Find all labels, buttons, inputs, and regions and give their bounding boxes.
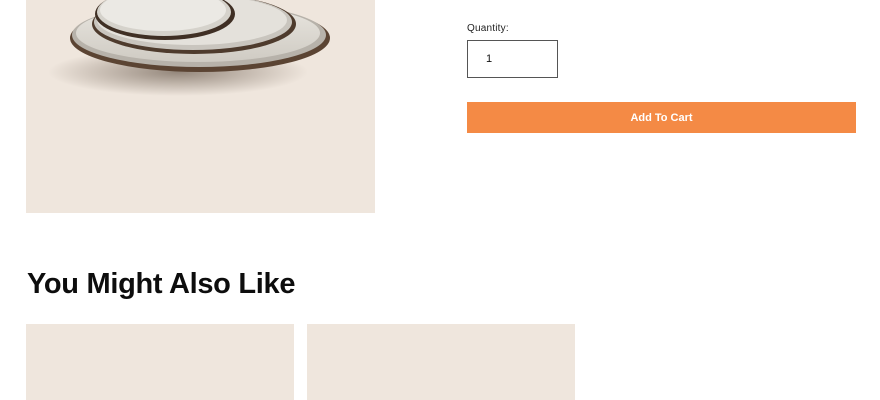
recommended-product-card[interactable] <box>26 324 294 400</box>
quantity-input[interactable] <box>467 40 558 78</box>
add-to-cart-button[interactable]: Add To Cart <box>467 102 856 133</box>
product-image[interactable] <box>26 0 375 213</box>
plates-illustration <box>48 0 330 96</box>
product-page: Quantity: Add To Cart You Might Also Lik… <box>0 0 880 400</box>
recommendations-title: You Might Also Like <box>27 268 296 300</box>
quantity-label: Quantity: <box>467 23 509 34</box>
recommended-product-card[interactable] <box>307 324 575 400</box>
